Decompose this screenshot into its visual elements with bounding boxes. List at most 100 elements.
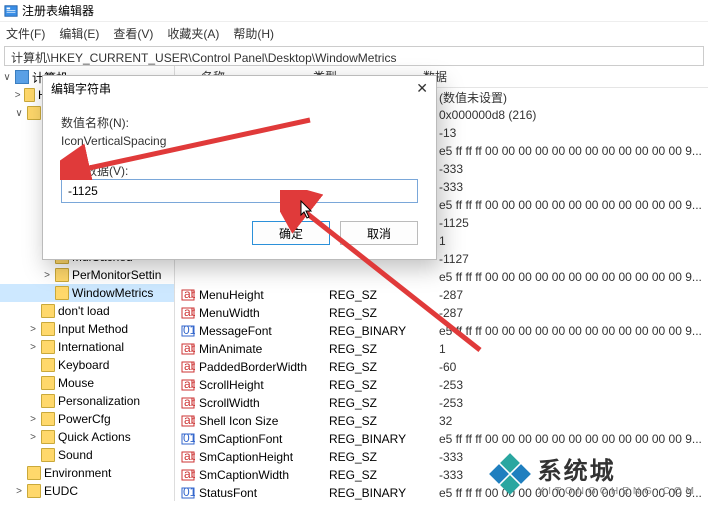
cell-data: -13 [439, 126, 708, 140]
tree-node[interactable]: Personalization [0, 392, 174, 410]
menu-view[interactable]: 查看(V) [113, 25, 153, 42]
tree-node[interactable]: > International [0, 338, 174, 356]
list-row[interactable]: 011MessageFontREG_BINARYe5 ff ff ff 00 0… [175, 322, 708, 340]
cell-type: REG_SZ [329, 396, 439, 410]
tree-twisty-icon[interactable]: ∨ [2, 72, 12, 83]
value-type-icon: 011 [181, 324, 195, 338]
cell-type: REG_SZ [329, 468, 439, 482]
tree-twisty-icon[interactable]: > [28, 324, 38, 335]
tree-node[interactable]: Sound [0, 446, 174, 464]
list-row[interactable]: abMinAnimateREG_SZ1 [175, 340, 708, 358]
list-row[interactable]: abPaddedBorderWidthREG_SZ-60 [175, 358, 708, 376]
list-row[interactable]: abMenuHeightREG_SZ-287 [175, 286, 708, 304]
value-type-icon: ab [181, 414, 195, 428]
cell-name: StatusFont [199, 486, 329, 500]
tree-label: Sound [58, 448, 93, 462]
cell-name: SmCaptionFont [199, 432, 329, 446]
tree-twisty-icon[interactable]: > [28, 432, 38, 443]
folder-icon [41, 358, 55, 372]
cell-type: REG_BINARY [329, 486, 439, 500]
tree-twisty-icon[interactable]: > [14, 90, 21, 101]
svg-text:ab: ab [184, 378, 195, 391]
value-type-icon: ab [181, 450, 195, 464]
list-row[interactable]: abShell Icon SizeREG_SZ32 [175, 412, 708, 430]
menu-edit[interactable]: 编辑(E) [59, 25, 99, 42]
cell-data: -60 [439, 360, 708, 374]
tree-node[interactable]: >Keyboard Layout [0, 500, 174, 501]
value-type-icon: 011 [181, 486, 195, 500]
tree-node[interactable]: Mouse [0, 374, 174, 392]
folder-icon [41, 448, 55, 462]
app-title: 注册表编辑器 [22, 2, 94, 19]
cell-name: MessageFont [199, 324, 329, 338]
edit-string-dialog: 编辑字符串 ✕ 数值名称(N): IconVerticalSpacing 数值数… [42, 75, 437, 260]
cell-name: MenuWidth [199, 306, 329, 320]
folder-icon [27, 484, 41, 498]
tree-node[interactable]: > PerMonitorSettin [0, 266, 174, 284]
cell-name: ScrollHeight [199, 378, 329, 392]
svg-text:ab: ab [184, 288, 195, 301]
tree-label: International [58, 340, 124, 354]
tree-twisty-icon[interactable]: > [42, 270, 52, 281]
tree-node[interactable]: >Quick Actions [0, 428, 174, 446]
tree-node[interactable]: > PowerCfg [0, 410, 174, 428]
svg-text:011: 011 [183, 486, 195, 499]
svg-text:ab: ab [184, 414, 195, 427]
tree-label: Environment [44, 466, 111, 480]
cell-data: e5 ff ff ff 00 00 00 00 00 00 00 00 00 0… [439, 198, 708, 212]
app-icon [4, 4, 18, 18]
cell-data: -1127 [439, 252, 708, 266]
cell-type: REG_SZ [329, 414, 439, 428]
tree-node[interactable]: WindowMetrics [0, 284, 174, 302]
value-type-icon: 011 [181, 432, 195, 446]
cell-type: REG_SZ [329, 306, 439, 320]
tree-twisty-icon[interactable]: ∨ [14, 108, 24, 119]
cell-data: -333 [439, 162, 708, 176]
menu-bar: 文件(F) 编辑(E) 查看(V) 收藏夹(A) 帮助(H) [0, 22, 708, 44]
computer-icon [15, 70, 29, 84]
cell-type: REG_SZ [329, 288, 439, 302]
value-type-icon: ab [181, 342, 195, 356]
svg-text:ab: ab [184, 360, 195, 373]
cell-type: REG_BINARY [329, 432, 439, 446]
tree-node[interactable]: don't load [0, 302, 174, 320]
menu-help[interactable]: 帮助(H) [233, 25, 274, 42]
value-type-icon: ab [181, 396, 195, 410]
address-bar[interactable]: 计算机\HKEY_CURRENT_USER\Control Panel\Desk… [4, 46, 704, 66]
tree-twisty-icon[interactable]: > [28, 342, 38, 353]
tree-node[interactable]: Environment [0, 464, 174, 482]
cell-type: REG_SZ [329, 378, 439, 392]
folder-icon [41, 376, 55, 390]
list-row[interactable]: abMenuWidthREG_SZ-287 [175, 304, 708, 322]
col-data[interactable]: 数据 [415, 68, 708, 85]
cell-name: SmCaptionHeight [199, 450, 329, 464]
close-icon[interactable]: ✕ [416, 80, 428, 97]
tree-label: don't load [58, 304, 110, 318]
dialog-titlebar[interactable]: 编辑字符串 ✕ [43, 76, 436, 100]
dialog-title: 编辑字符串 [51, 80, 111, 97]
folder-icon [27, 106, 41, 120]
list-row[interactable]: 011SmCaptionFontREG_BINARYe5 ff ff ff 00… [175, 430, 708, 448]
tree-node[interactable]: >Input Method [0, 320, 174, 338]
cell-name: Shell Icon Size [199, 414, 329, 428]
tree-node[interactable]: Keyboard [0, 356, 174, 374]
list-row[interactable]: e5 ff ff ff 00 00 00 00 00 00 00 00 00 0… [175, 268, 708, 286]
tree-twisty-icon[interactable]: > [28, 414, 38, 425]
value-data-input[interactable] [61, 179, 418, 203]
ok-button[interactable]: 确定 [252, 221, 330, 245]
menu-file[interactable]: 文件(F) [6, 25, 45, 42]
watermark-cn: 系统城 [538, 451, 616, 486]
list-row[interactable]: abScrollWidthREG_SZ-253 [175, 394, 708, 412]
folder-icon [41, 430, 55, 444]
tree-label: PerMonitorSettin [72, 268, 161, 282]
tree-label: PowerCfg [58, 412, 111, 426]
cell-data: -1125 [439, 216, 708, 230]
tree-node[interactable]: >EUDC [0, 482, 174, 500]
svg-text:011: 011 [183, 432, 195, 445]
list-row[interactable]: abScrollHeightREG_SZ-253 [175, 376, 708, 394]
tree-twisty-icon[interactable]: > [14, 486, 24, 497]
title-bar: 注册表编辑器 [0, 0, 708, 22]
cancel-button[interactable]: 取消 [340, 221, 418, 245]
cell-data: 1 [439, 342, 708, 356]
menu-fav[interactable]: 收藏夹(A) [167, 25, 219, 42]
